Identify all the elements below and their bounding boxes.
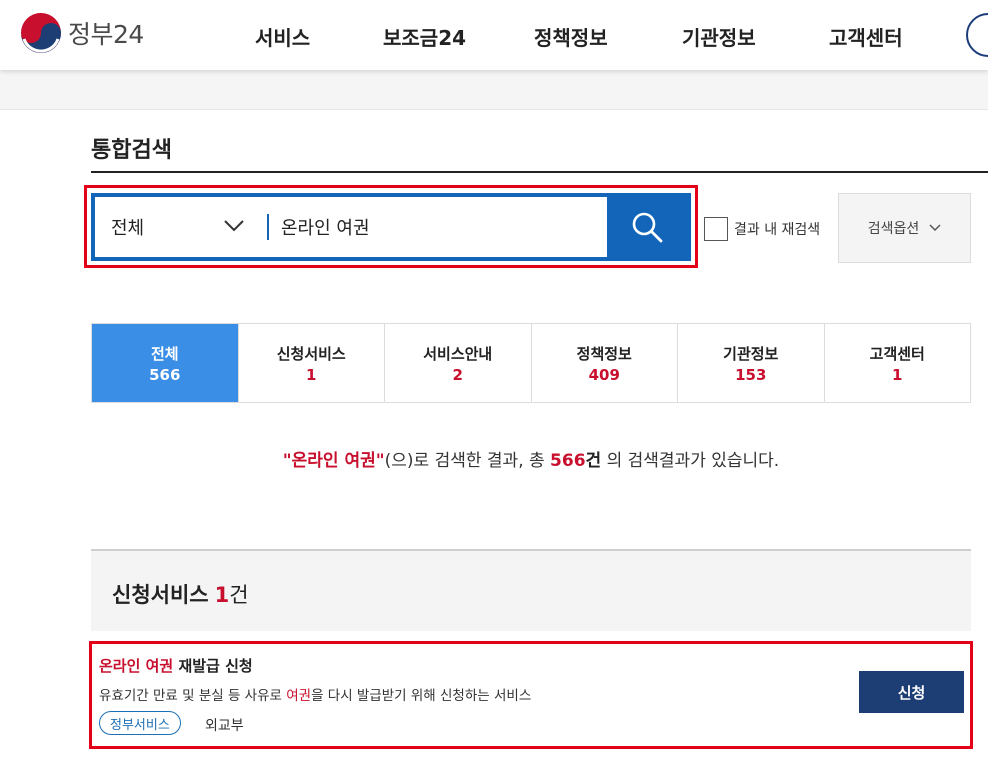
site-header: 정부24 서비스 보조금24 정책정보 기관정보 고객센터 (0, 0, 988, 70)
result-desc-highlight: 여권 (286, 688, 312, 704)
rescan-checkbox[interactable] (704, 217, 728, 241)
site-logo[interactable]: 정부24 (20, 12, 144, 54)
tab-service-guide[interactable]: 서비스안내 2 (384, 324, 531, 402)
logo-text: 정부24 (68, 20, 144, 49)
service-type-tag[interactable]: 정부서비스 (99, 711, 181, 735)
summary-text-end: 의 검색결과가 있습니다. (601, 451, 780, 471)
search-button[interactable] (607, 197, 687, 257)
tab-count: 1 (306, 365, 317, 384)
section-header: 신청서비스 1건 (91, 549, 971, 631)
result-title-rest: 재발급 신청 (173, 657, 253, 675)
tab-count: 153 (735, 365, 767, 384)
tab-label: 서비스안내 (423, 344, 493, 363)
nav-subsidy24[interactable]: 보조금24 (383, 22, 466, 51)
search-summary: "온라인 여권"(으)로 검색한 결과, 총 566건 의 검색결과가 있습니다… (0, 446, 988, 471)
search-options-button[interactable]: 검색옵션 (838, 193, 971, 263)
nav-services[interactable]: 서비스 (255, 22, 310, 51)
tab-application-services[interactable]: 신청서비스 1 (237, 324, 384, 402)
section-title: 신청서비스 1건 (112, 579, 249, 609)
search-category-value: 전체 (111, 218, 145, 239)
section-unit: 건 (229, 583, 249, 607)
tab-count: 409 (588, 365, 620, 384)
title-divider (91, 171, 988, 173)
summary-total: 566 (550, 451, 586, 471)
summary-unit: 건 (585, 451, 602, 471)
tab-all[interactable]: 전체 566 (92, 324, 238, 402)
search-options-label: 검색옵션 (867, 221, 920, 237)
search-bar: 전체 (91, 193, 691, 261)
result-tabs: 전체 566 신청서비스 1 서비스안내 2 정책정보 409 기관정보 153… (91, 323, 971, 403)
result-desc-before: 유효기간 만료 및 분실 등 사유로 (99, 688, 287, 704)
tab-label: 정책정보 (576, 344, 632, 363)
summary-query: "온라인 여권" (282, 451, 385, 471)
search-category-select[interactable]: 전체 (95, 197, 267, 257)
summary-text-mid: (으)로 검색한 결과, 총 (384, 451, 551, 471)
tab-policy-info[interactable]: 정책정보 409 (530, 324, 677, 402)
tab-count: 566 (149, 365, 181, 384)
section-count: 1 (214, 583, 230, 607)
rescan-toggle[interactable]: 결과 내 재검색 (704, 217, 820, 241)
tab-count: 1 (892, 365, 903, 384)
apply-button[interactable]: 신청 (859, 671, 964, 713)
tab-label: 전체 (150, 344, 179, 363)
rescan-label: 결과 내 재검색 (734, 222, 821, 238)
tab-label: 고객센터 (869, 344, 925, 363)
nav-customer-center[interactable]: 고객센터 (829, 22, 903, 51)
result-title-link[interactable]: 온라인 여권 재발급 신청 (99, 655, 253, 676)
taegeuk-logo-icon (21, 13, 61, 53)
result-desc-after: 을 다시 발급받기 위해 신청하는 서비스 (311, 688, 532, 704)
chevron-down-icon (224, 220, 244, 232)
tab-agency-info[interactable]: 기관정보 153 (677, 324, 824, 402)
user-menu-icon[interactable] (966, 13, 988, 57)
tab-count: 2 (452, 365, 463, 384)
tab-label: 신청서비스 (276, 344, 346, 363)
nav-agency-info[interactable]: 기관정보 (682, 22, 756, 51)
result-description: 유효기간 만료 및 분실 등 사유로 여권을 다시 발급받기 위해 신청하는 서… (99, 684, 531, 704)
section-title-label: 신청서비스 (112, 583, 209, 607)
result-organization: 외교부 (205, 718, 244, 734)
search-icon (632, 212, 663, 243)
search-input[interactable] (269, 197, 607, 257)
result-title-highlight: 온라인 여권 (99, 657, 174, 675)
tab-label: 기관정보 (723, 344, 779, 363)
chevron-down-icon (929, 224, 941, 232)
page-title: 통합검색 (91, 138, 172, 163)
tab-customer-center[interactable]: 고객센터 1 (823, 324, 970, 402)
sub-bar (0, 70, 988, 110)
result-item: 온라인 여권 재발급 신청 유효기간 만료 및 분실 등 사유로 여권을 다시 … (89, 641, 973, 749)
nav-policy-info[interactable]: 정책정보 (534, 22, 608, 51)
